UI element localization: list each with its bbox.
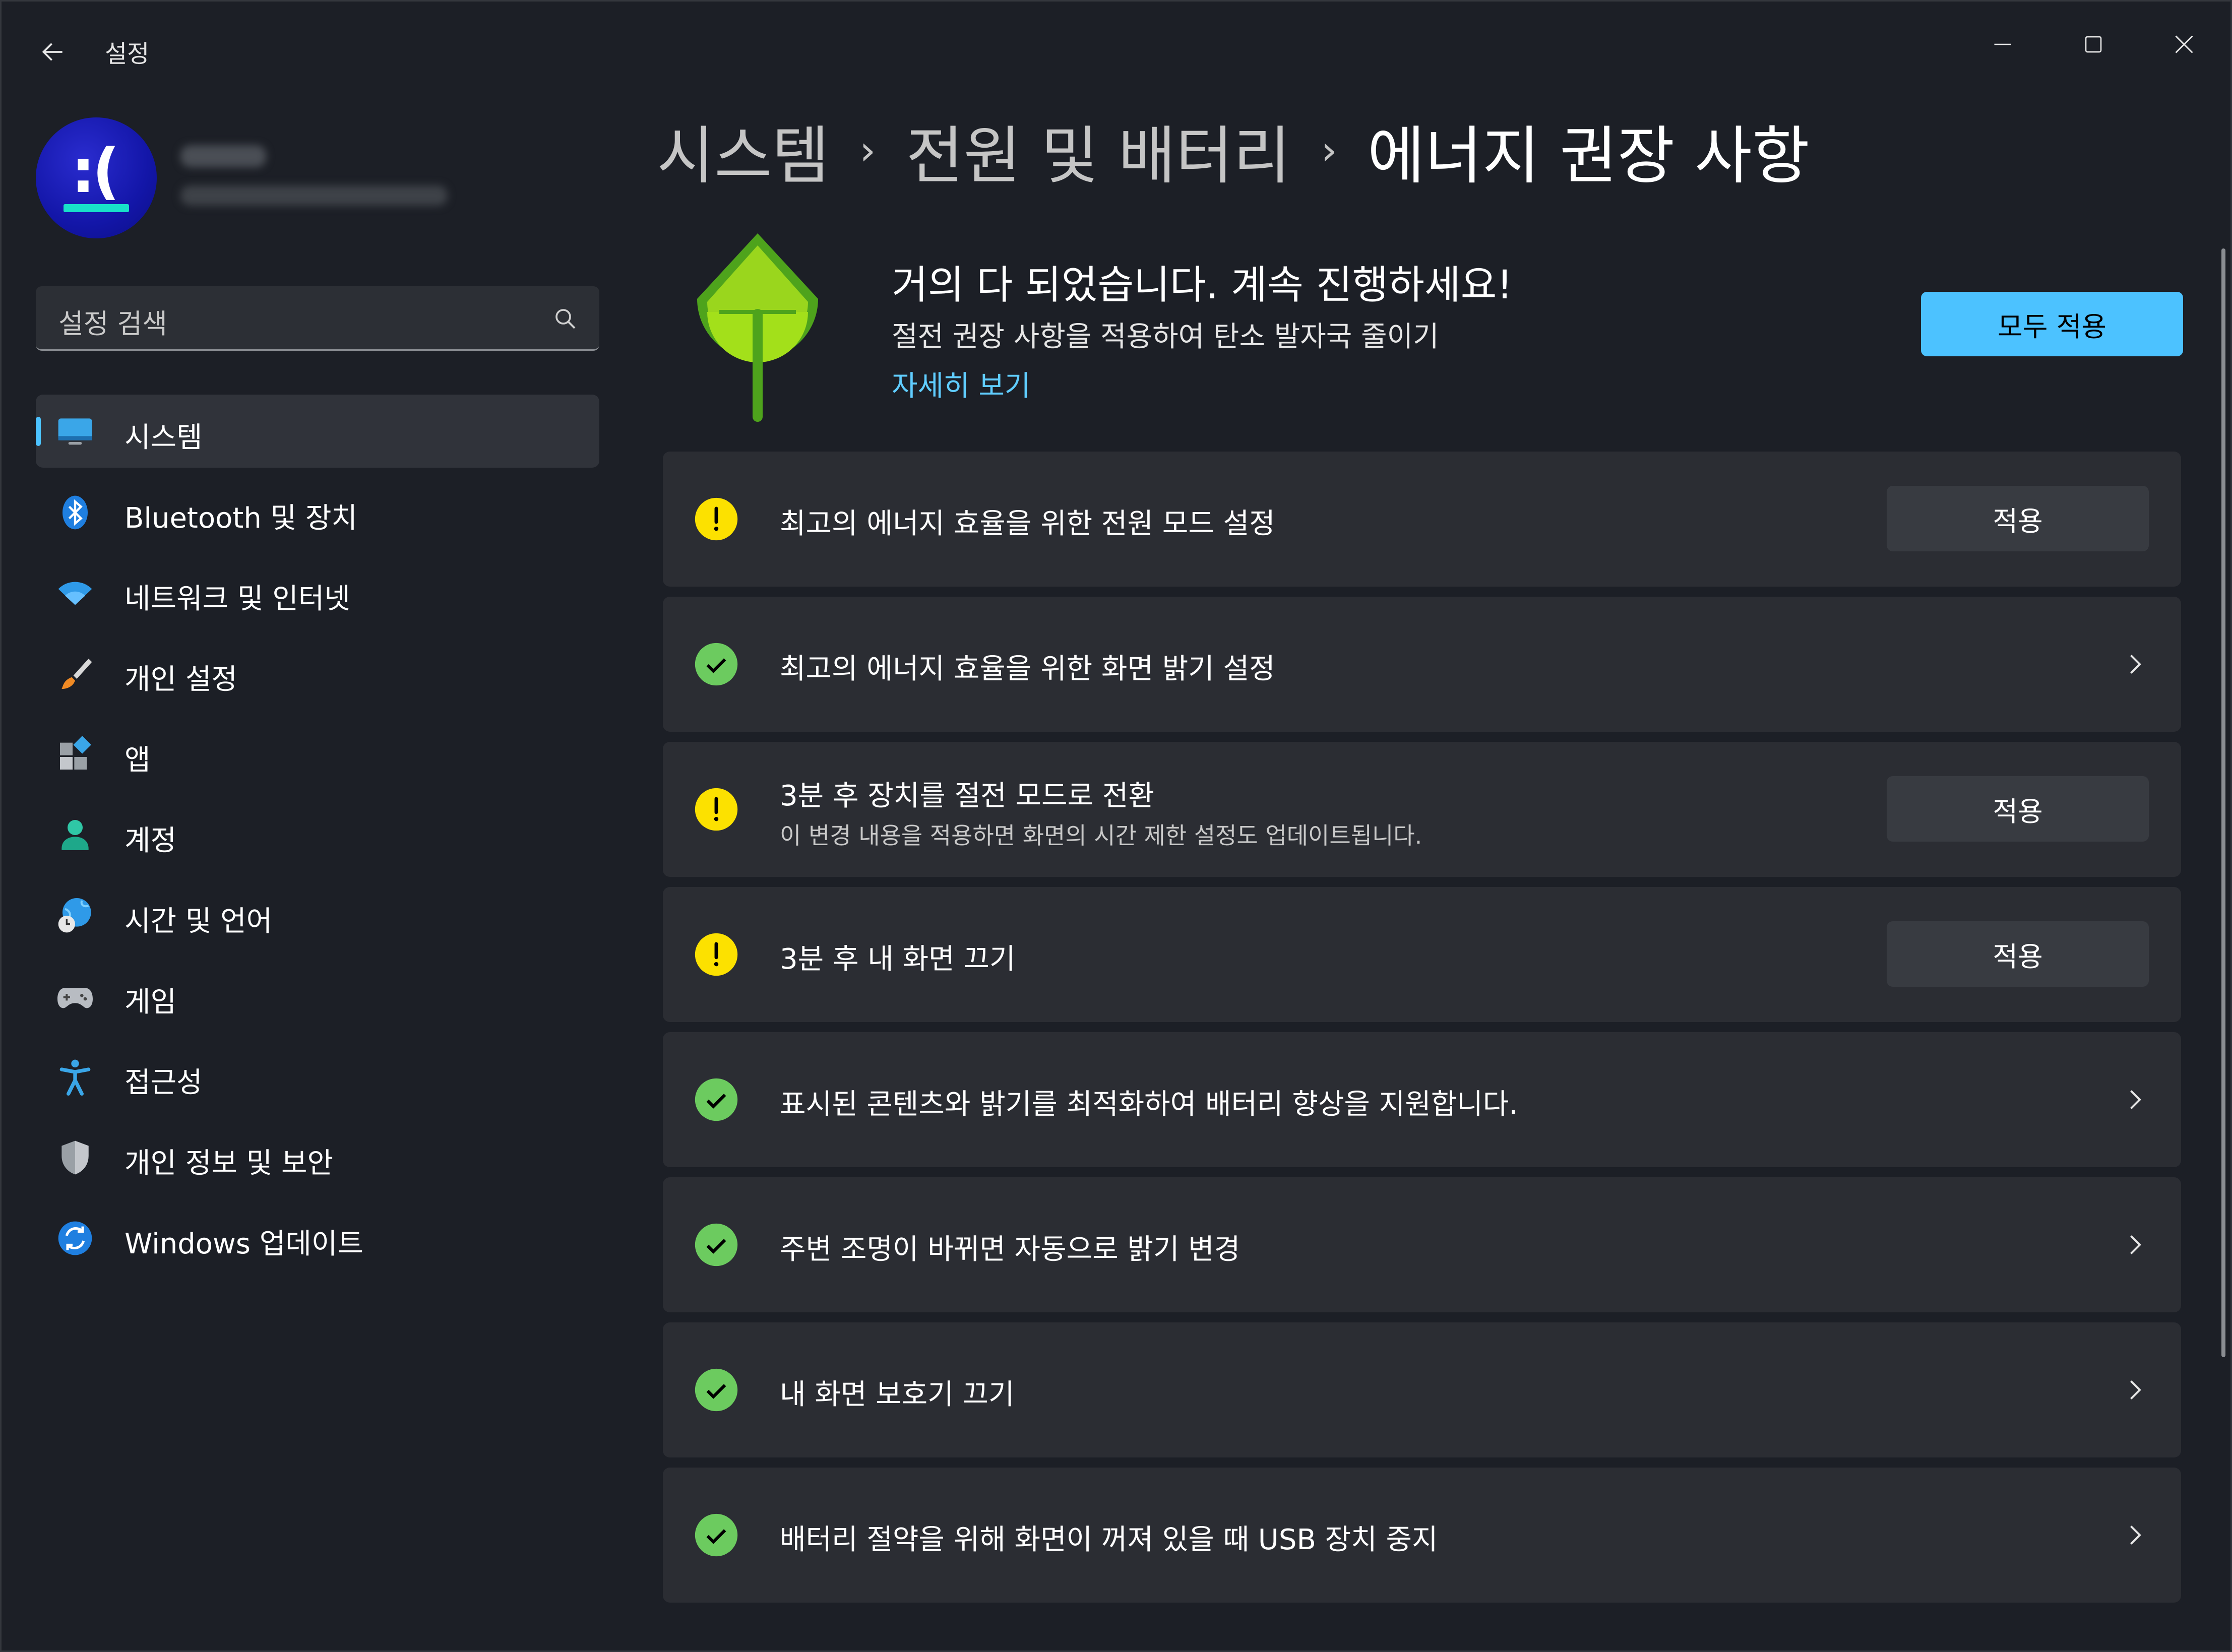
check-circle-icon (695, 1513, 738, 1557)
hero-title: 거의 다 되었습니다. 계속 진행하세요! (892, 263, 1513, 308)
recommendation-card-screensaver[interactable]: 내 화면 보호기 끄기 (663, 1322, 2181, 1457)
back-button[interactable] (33, 32, 73, 72)
card-description: 이 변경 내용을 적용하면 화면의 시간 제한 설정도 업데이트됩니다. (780, 822, 1422, 849)
recommendation-card-sleep: 3분 후 장치를 절전 모드로 전환 이 변경 내용을 적용하면 화면의 시간 … (663, 742, 2181, 877)
check-circle-icon (695, 643, 738, 686)
recommendation-card-usb[interactable]: 배터리 절약을 위해 화면이 꺼져 있을 때 USB 장치 중지 (663, 1468, 2181, 1603)
apps-icon (60, 736, 91, 770)
card-title: 주변 조명이 바뀌면 자동으로 밝기 변경 (780, 1233, 1241, 1266)
warning-icon (695, 788, 738, 831)
sidebar-item-label: Bluetooth 및 장치 (125, 502, 358, 535)
sidebar-item-label: 앱 (125, 744, 151, 777)
chevron-right-icon (2130, 1380, 2141, 1400)
close-button[interactable] (2144, 12, 2224, 77)
sidebar-item-network[interactable]: 네트워크 및 인터넷 (36, 556, 599, 629)
chevron-right-icon: › (1321, 126, 1337, 174)
chevron-right-icon (2130, 1526, 2141, 1545)
sidebar-item-time-language[interactable]: 시간 및 언어 (36, 878, 599, 951)
apply-button[interactable]: 적용 (1887, 486, 2149, 551)
apply-button[interactable]: 적용 (1887, 921, 2149, 987)
scrollbar[interactable] (2221, 248, 2225, 1357)
maximize-button[interactable] (2053, 12, 2134, 77)
sidebar-item-bluetooth[interactable]: Bluetooth 및 장치 (36, 475, 599, 548)
minimize-button[interactable] (1962, 12, 2043, 77)
card-title: 3분 후 장치를 절전 모드로 전환 (780, 780, 1154, 812)
recommendation-card-power-mode: 최고의 에너지 효율을 위한 전원 모드 설정 적용 (663, 452, 2181, 587)
update-icon (58, 1221, 92, 1255)
sidebar-item-accessibility[interactable]: 접근성 (36, 1040, 599, 1113)
check-circle-icon (695, 1223, 738, 1266)
shield-icon (61, 1140, 89, 1175)
breadcrumb: 시스템 › 전원 및 배터리 › 에너지 권장 사항 (657, 107, 1810, 193)
avatar[interactable]: :( (36, 117, 157, 238)
active-indicator (36, 417, 41, 446)
hero-subtitle: 절전 권장 사항을 적용하여 탄소 발자국 줄이기 (892, 321, 1439, 353)
recommendation-card-screen-brightness[interactable]: 최고의 에너지 효율을 위한 화면 밝기 설정 (663, 597, 2181, 732)
globe-clock-icon (58, 898, 91, 933)
sad-face-icon: :( (71, 137, 120, 207)
leaf-icon (697, 233, 818, 422)
chevron-right-icon (2130, 1090, 2141, 1109)
breadcrumb-system[interactable]: 시스템 (657, 105, 829, 196)
gamepad-icon (57, 988, 93, 1008)
recommendation-card-content-brightness[interactable]: 표시된 콘텐츠와 밝기를 최적화하여 배터리 향상을 지원합니다. (663, 1032, 2181, 1167)
title-bar: 설정 (2, 2, 2232, 102)
card-title: 배터리 절약을 위해 화면이 꺼져 있을 때 USB 장치 중지 (780, 1523, 1438, 1556)
breadcrumb-power-battery[interactable]: 전원 및 배터리 (906, 105, 1290, 196)
close-icon (2175, 35, 2193, 53)
card-title: 3분 후 내 화면 끄기 (780, 943, 1016, 976)
sidebar-item-label: 시간 및 언어 (125, 905, 273, 938)
sidebar-item-label: 게임 (125, 986, 177, 1019)
sidebar-item-label: Windows 업데이트 (125, 1228, 363, 1260)
user-email-redacted (180, 185, 448, 206)
accessibility-icon (59, 1059, 91, 1096)
app-title: 설정 (105, 40, 150, 68)
system-icon (58, 418, 92, 445)
sidebar-item-label: 시스템 (125, 421, 203, 454)
card-title: 최고의 에너지 효율을 위한 전원 모드 설정 (780, 507, 1275, 540)
user-name-redacted (180, 145, 266, 167)
search-input[interactable]: 설정 검색 (36, 286, 599, 351)
apply-all-button[interactable]: 모두 적용 (1921, 292, 2183, 356)
page-title: 에너지 권장 사항 (1367, 120, 1810, 193)
person-icon (61, 820, 89, 850)
wifi-icon (58, 582, 92, 605)
check-circle-icon (695, 1368, 738, 1412)
settings-window: 설정 :( 설정 검색 시스템 Bluetooth 및 장치 네트워크 및 인터… (0, 0, 2232, 1652)
warning-icon (695, 933, 738, 976)
recommendation-card-screen-off: 3분 후 내 화면 끄기 적용 (663, 887, 2181, 1022)
sidebar-item-windows-update[interactable]: Windows 업데이트 (36, 1201, 599, 1274)
brush-icon (61, 659, 92, 689)
search-placeholder: 설정 검색 (58, 308, 167, 340)
search-icon (555, 309, 576, 329)
apply-button[interactable]: 적용 (1887, 776, 2149, 842)
check-circle-icon (695, 1078, 738, 1121)
sidebar-item-label: 개인 정보 및 보안 (125, 1147, 334, 1180)
sidebar-item-label: 계정 (125, 824, 177, 857)
minimize-icon (1994, 43, 2011, 45)
sidebar-item-personalization[interactable]: 개인 설정 (36, 637, 599, 710)
sidebar-item-label: 네트워크 및 인터넷 (125, 583, 350, 615)
learn-more-link[interactable]: 자세히 보기 (892, 363, 1030, 404)
sidebar-item-system[interactable]: 시스템 (36, 395, 599, 468)
avatar-accent-bar (64, 204, 129, 212)
sidebar-item-label: 접근성 (125, 1066, 203, 1099)
back-arrow-icon (42, 43, 63, 61)
sidebar-item-accounts[interactable]: 계정 (36, 798, 599, 871)
warning-icon (695, 497, 738, 541)
bluetooth-icon (63, 495, 88, 530)
maximize-icon (2085, 36, 2102, 53)
card-title: 내 화면 보호기 끄기 (780, 1378, 1015, 1411)
chevron-right-icon (2130, 655, 2141, 674)
chevron-right-icon: › (859, 126, 876, 174)
sidebar-item-privacy[interactable]: 개인 정보 및 보안 (36, 1120, 599, 1193)
recommendation-card-adaptive-brightness[interactable]: 주변 조명이 바뀌면 자동으로 밝기 변경 (663, 1177, 2181, 1312)
sidebar-item-label: 개인 설정 (125, 663, 237, 696)
chevron-right-icon (2130, 1235, 2141, 1254)
card-title: 최고의 에너지 효율을 위한 화면 밝기 설정 (780, 653, 1275, 685)
sidebar-item-apps[interactable]: 앱 (36, 717, 599, 790)
sidebar-item-gaming[interactable]: 게임 (36, 959, 599, 1032)
card-title: 표시된 콘텐츠와 밝기를 최적화하여 배터리 향상을 지원합니다. (780, 1088, 1518, 1121)
